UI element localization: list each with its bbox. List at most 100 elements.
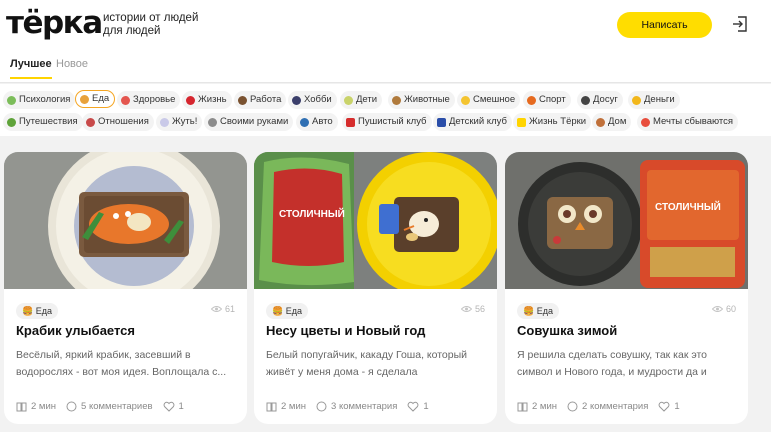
category-chip-health[interactable]: Здоровье xyxy=(117,91,181,109)
post-category-tag[interactable]: 🍔 Еда xyxy=(517,303,559,319)
category-chip-sport[interactable]: Спорт xyxy=(523,91,571,109)
category-chip-kids-club[interactable]: Детский клуб xyxy=(433,113,512,131)
category-chip-money[interactable]: Деньги xyxy=(628,91,680,109)
briefcase-icon xyxy=(238,95,247,105)
post-views: 61 xyxy=(210,304,235,314)
tools-icon xyxy=(208,117,217,127)
views-count: 60 xyxy=(725,304,736,314)
book-icon xyxy=(16,402,27,411)
category-label: Жуть! xyxy=(172,116,198,127)
category-chip-creepy[interactable]: Жуть! xyxy=(156,113,203,131)
category-chip-diy[interactable]: Своими руками xyxy=(204,113,294,131)
tab-new[interactable]: Новое xyxy=(56,58,88,70)
ball-icon xyxy=(527,95,536,105)
post-tag-label: Еда xyxy=(536,306,553,316)
like-button[interactable]: 1 xyxy=(407,401,429,412)
comments-count: 2 комментария xyxy=(582,401,649,412)
dream-icon xyxy=(641,117,650,127)
post-image[interactable]: СТОЛИЧНЫЙ xyxy=(505,152,748,289)
eye-icon xyxy=(460,306,472,312)
category-label: Деньги xyxy=(644,94,675,105)
like-button[interactable]: 1 xyxy=(658,401,680,412)
post-title[interactable]: Совушка зимой xyxy=(517,323,737,338)
post-category-tag[interactable]: 🍔 Еда xyxy=(266,303,308,319)
category-chip-home[interactable]: Дом xyxy=(592,113,632,131)
heart-icon xyxy=(186,95,195,105)
category-label: Жизнь Тёрки xyxy=(529,116,587,127)
comments-link[interactable]: 3 комментария xyxy=(316,401,397,412)
read-time-value: 2 мин xyxy=(281,401,307,412)
category-label: Психология xyxy=(19,94,71,105)
read-time-value: 2 мин xyxy=(532,401,558,412)
post-excerpt: Белый попугайчик, какаду Гоша, который ж… xyxy=(266,349,468,378)
book-icon xyxy=(517,402,528,411)
likes-count: 1 xyxy=(423,401,429,412)
category-label: Смешное xyxy=(473,94,516,105)
post-title[interactable]: Несу цветы и Новый год xyxy=(266,323,486,338)
category-chip-hobby[interactable]: Хобби xyxy=(288,91,337,109)
heart-icon xyxy=(658,401,670,412)
terka-icon xyxy=(517,117,526,127)
category-chip-work[interactable]: Работа xyxy=(234,91,287,109)
likes-count: 1 xyxy=(178,401,184,412)
category-label: Здоровье xyxy=(133,94,176,105)
category-label: Дом xyxy=(608,116,627,127)
category-label: Животные xyxy=(404,94,450,105)
write-button[interactable]: Написать xyxy=(617,12,712,38)
palm-icon xyxy=(7,117,16,127)
game-icon xyxy=(292,95,301,105)
likes-count: 1 xyxy=(674,401,680,412)
category-chip-dreams[interactable]: Мечты сбываются xyxy=(637,113,739,131)
post-image[interactable]: СТОЛИЧНЫЙ xyxy=(254,152,497,289)
category-label: Пушистый клуб xyxy=(358,116,427,127)
login-icon[interactable] xyxy=(731,15,749,33)
eye-icon xyxy=(210,306,222,312)
bread-label-text: СТОЛИЧНЫЙ xyxy=(655,200,721,213)
category-chip-kids[interactable]: Дети xyxy=(340,91,383,109)
post-meta: 2 мин 3 комментария 1 xyxy=(266,401,439,412)
category-chip-animals[interactable]: Животные xyxy=(388,91,455,109)
comments-count: 3 комментария xyxy=(331,401,398,412)
post-category-tag[interactable]: 🍔 Еда xyxy=(16,303,58,319)
category-label: Путешествия xyxy=(19,116,78,127)
comments-link[interactable]: 2 комментария xyxy=(567,401,648,412)
category-label: Мечты сбываются xyxy=(653,116,734,127)
cat-icon xyxy=(346,117,355,127)
ghost-icon xyxy=(160,117,169,127)
category-label: Дети xyxy=(356,94,378,105)
category-label: Отношения xyxy=(98,116,149,127)
category-chip-travel[interactable]: Путешествия xyxy=(3,113,83,131)
category-chip-fluffy-club[interactable]: Пушистый клуб xyxy=(342,113,432,131)
post-image[interactable] xyxy=(4,152,247,289)
category-chip-life[interactable]: Жизнь xyxy=(182,91,232,109)
post-card[interactable]: СТОЛИЧНЫЙ 🍔 Еда 60 Совушка зимой Я решил… xyxy=(505,152,748,424)
comments-count: 5 комментариев xyxy=(81,401,153,412)
bread-label-text: СТОЛИЧНЫЙ xyxy=(279,207,345,220)
site-logo[interactable]: тёрка xyxy=(6,3,103,43)
post-title[interactable]: Крабик улыбается xyxy=(16,323,236,338)
category-chip-relationships[interactable]: Отношения xyxy=(82,113,154,131)
bottle-icon xyxy=(344,95,353,105)
category-chip-psychology[interactable]: Психология xyxy=(3,91,76,109)
post-card[interactable]: СТОЛИЧНЫЙ 🍔 Еда 56 Несу цветы и Новый го… xyxy=(254,152,497,424)
burger-icon: 🍔 xyxy=(22,306,34,316)
category-chip-leisure[interactable]: Досуг xyxy=(577,91,623,109)
tab-best[interactable]: Лучшее xyxy=(10,58,52,79)
post-card[interactable]: 🍔 Еда 61 Крабик улыбается Весёлый, яркий… xyxy=(4,152,247,424)
category-chip-food[interactable]: Еда xyxy=(75,90,116,108)
category-chip-funny[interactable]: Смешное xyxy=(457,91,521,109)
comment-icon xyxy=(66,401,77,412)
kid-icon xyxy=(437,117,446,127)
comment-icon xyxy=(316,401,327,412)
site-tagline: истории от людей для людей xyxy=(103,12,199,37)
feed-tabs: Лучшее Новое xyxy=(0,48,771,83)
burger-icon: 🍔 xyxy=(523,306,535,316)
gamepad-icon xyxy=(581,95,590,105)
category-chip-terka-life[interactable]: Жизнь Тёрки xyxy=(513,113,592,131)
comments-link[interactable]: 5 комментариев xyxy=(66,401,153,412)
read-time-value: 2 мин xyxy=(31,401,57,412)
category-chip-auto[interactable]: Авто xyxy=(296,113,338,131)
post-tag-label: Еда xyxy=(35,306,52,316)
site-header: тёрка истории от людей для людей Написат… xyxy=(0,0,771,48)
like-button[interactable]: 1 xyxy=(163,401,184,412)
